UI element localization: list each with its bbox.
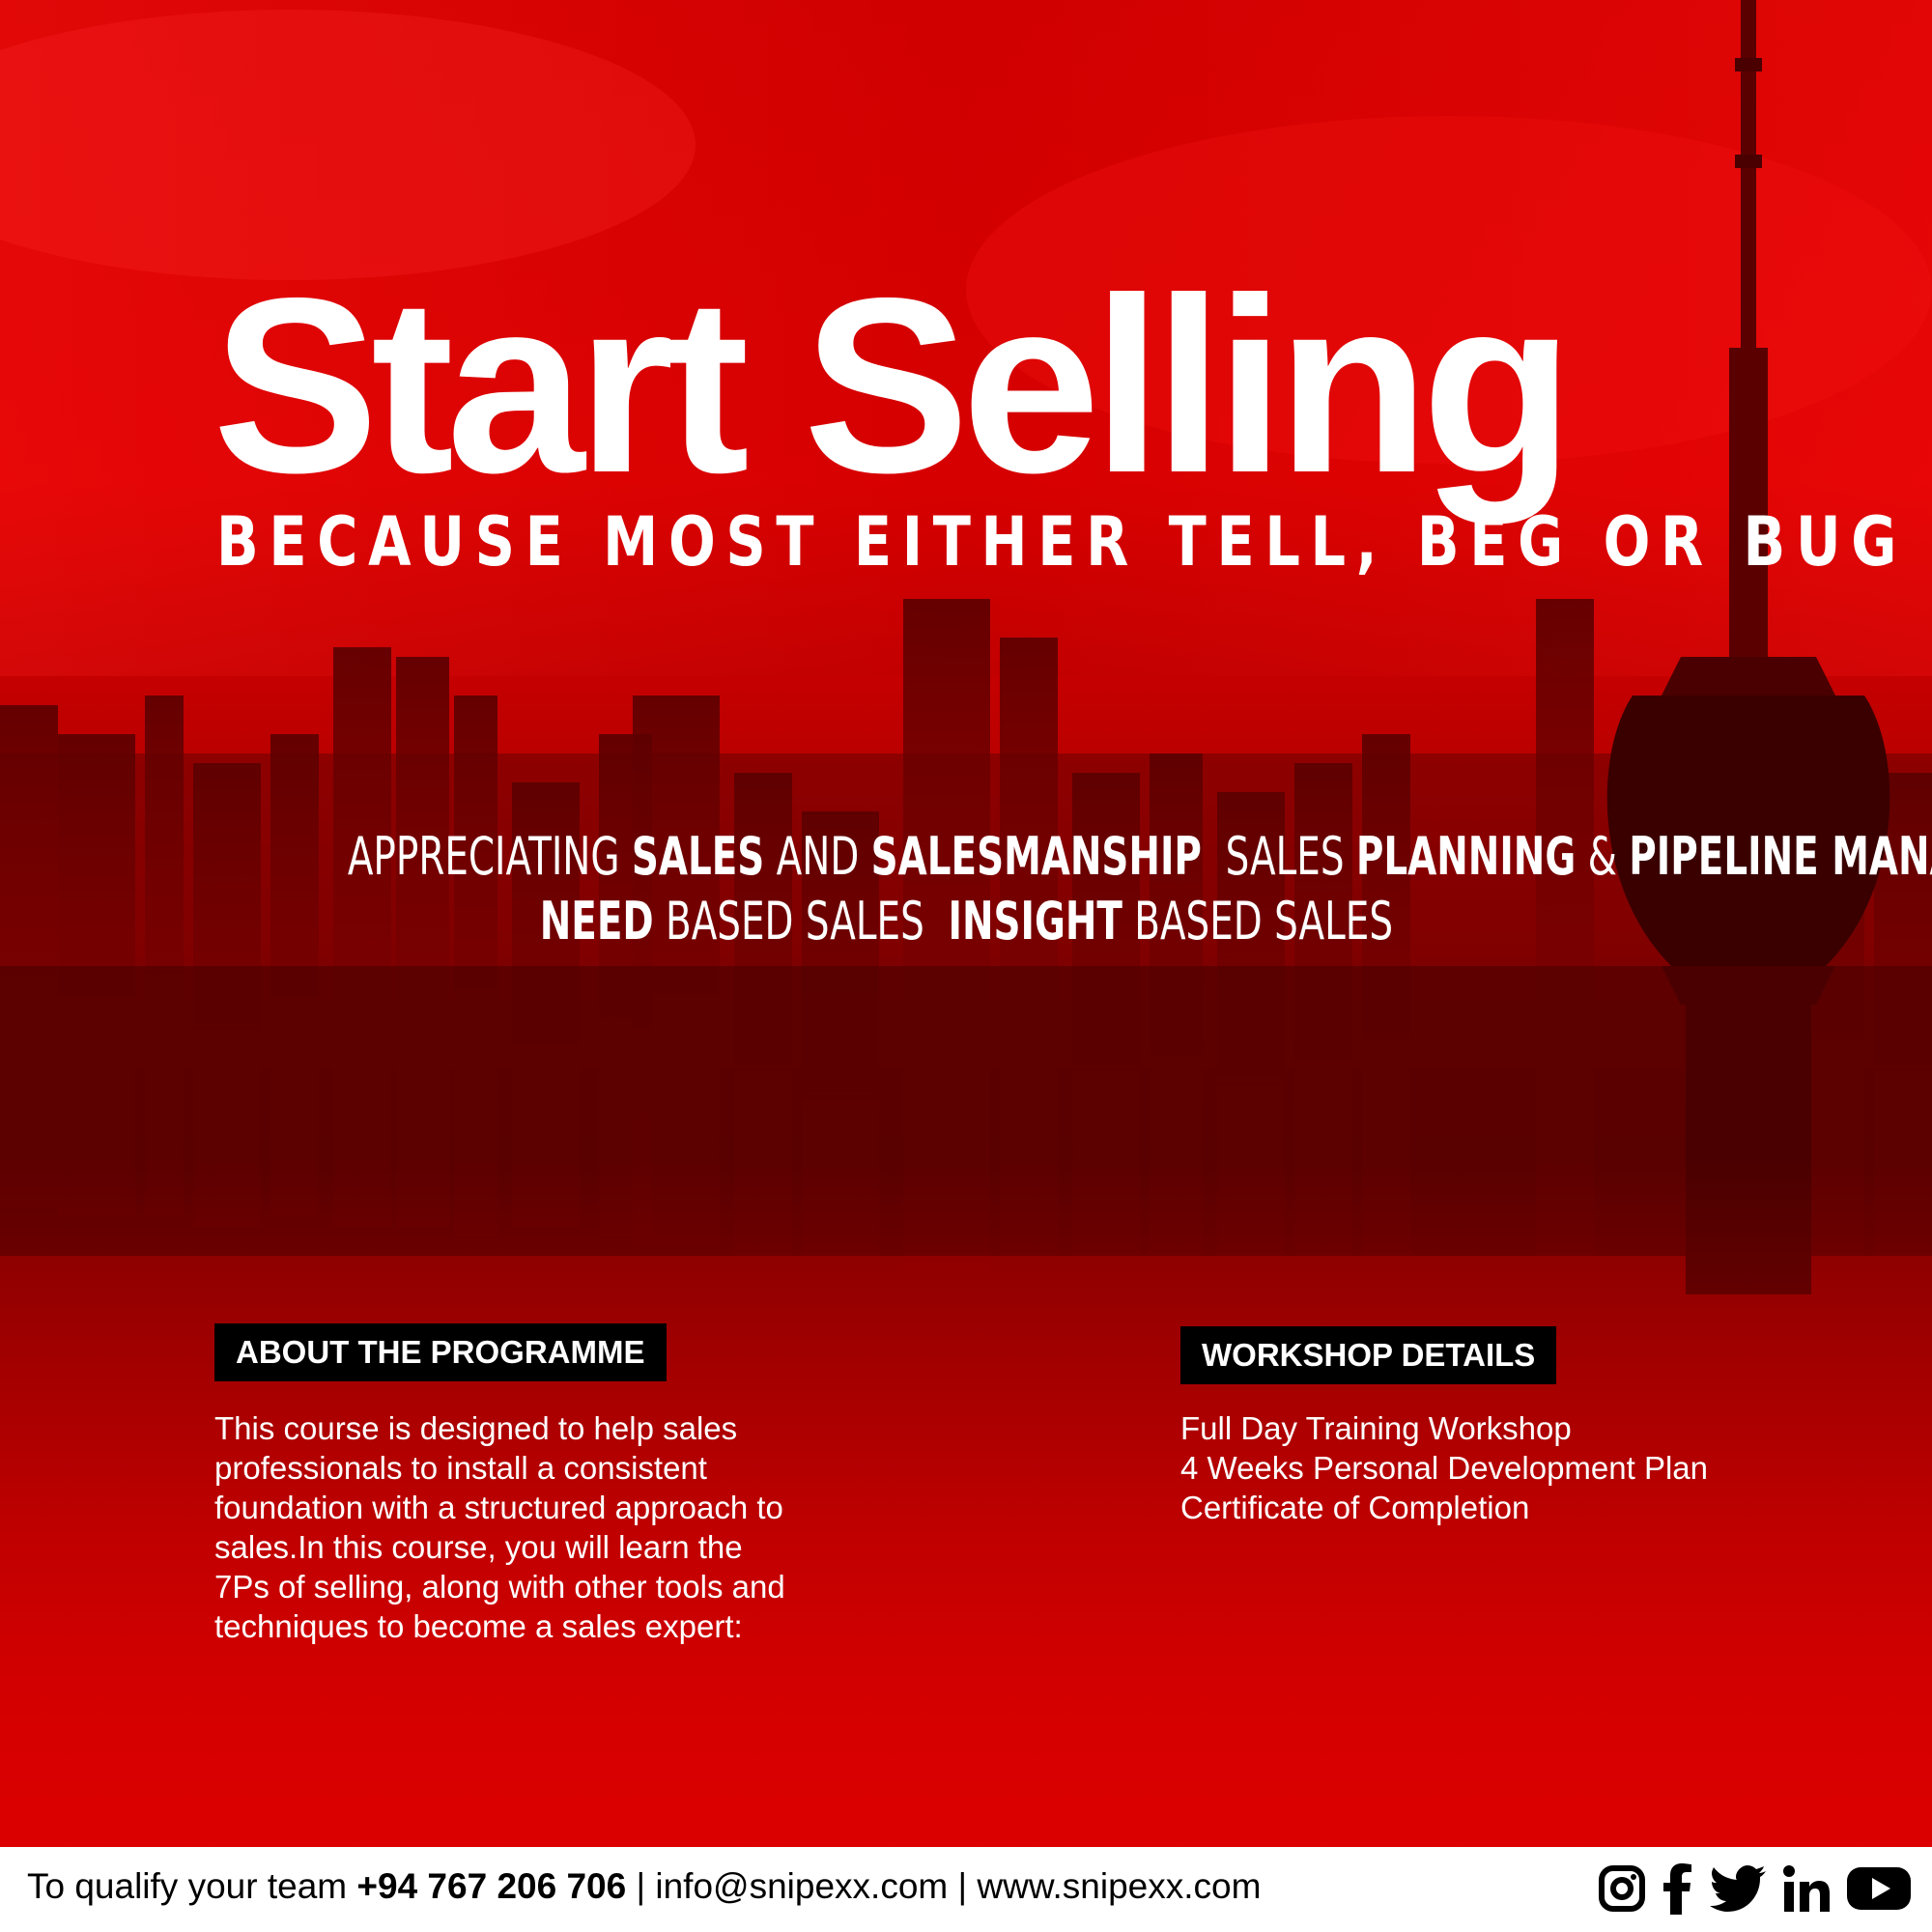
website-link[interactable]: www.snipexx.com	[977, 1866, 1261, 1906]
instagram-icon[interactable]	[1598, 1864, 1646, 1918]
about-heading: ABOUT THE PROGRAMME	[214, 1323, 667, 1381]
topic-segment: SALES	[1201, 826, 1356, 887]
footer-bar: To qualify your team +94 767 206 706 | i…	[0, 1847, 1932, 1932]
topic-segment: BASED SALES	[653, 891, 949, 952]
workshop-item: Certificate of Completion	[1180, 1490, 1530, 1525]
topic-segment: APPRECIATING	[347, 826, 632, 887]
about-body: This course is designed to help sales pr…	[214, 1410, 785, 1644]
workshop-item: 4 Weeks Personal Development Plan	[1180, 1450, 1709, 1486]
topic-segment: PIPELINE MANAGEMENT	[1629, 826, 1932, 887]
topic-segment: AND	[764, 826, 871, 887]
workshop-item: Full Day Training Workshop	[1180, 1410, 1572, 1446]
topic-segment: INSIGHT	[948, 891, 1122, 952]
topics-line-1: APPRECIATING SALES AND SALESMANSHIP SALE…	[0, 826, 1932, 887]
youtube-icon[interactable]	[1847, 1865, 1911, 1917]
poster: Start Selling BECAUSE MOST EITHER TELL, …	[0, 0, 1932, 1932]
facebook-icon[interactable]	[1663, 1862, 1692, 1919]
hero-title: Start Selling	[213, 245, 1574, 525]
topic-segment: PLANNING	[1355, 826, 1577, 887]
separator: |	[948, 1866, 978, 1906]
phone-link[interactable]: +94 767 206 706	[356, 1866, 626, 1906]
linkedin-icon[interactable]	[1783, 1864, 1830, 1917]
social-icons	[1598, 1862, 1911, 1919]
workshop-heading: WORKSHOP DETAILS	[1180, 1326, 1557, 1384]
topic-segment: &	[1576, 826, 1630, 887]
hero-subtitle: BECAUSE MOST EITHER TELL, BEG OR BUG	[216, 502, 1908, 582]
contact-line: To qualify your team +94 767 206 706 | i…	[27, 1866, 1261, 1907]
separator: |	[626, 1866, 656, 1906]
topic-segment: SALES	[631, 826, 765, 887]
topic-segment: SALESMANSHIP	[870, 826, 1202, 887]
topic-segment: BASED SALES	[1122, 891, 1393, 952]
twitter-icon[interactable]	[1710, 1864, 1766, 1917]
email-link[interactable]: info@snipexx.com	[655, 1866, 948, 1906]
contact-prefix: To qualify your team	[27, 1866, 357, 1906]
topics-line-2: NEED BASED SALES INSIGHT BASED SALES	[0, 891, 1932, 952]
workshop-details-list: Full Day Training Workshop 4 Weeks Perso…	[1180, 1408, 1708, 1527]
topic-segment: NEED	[539, 891, 654, 952]
